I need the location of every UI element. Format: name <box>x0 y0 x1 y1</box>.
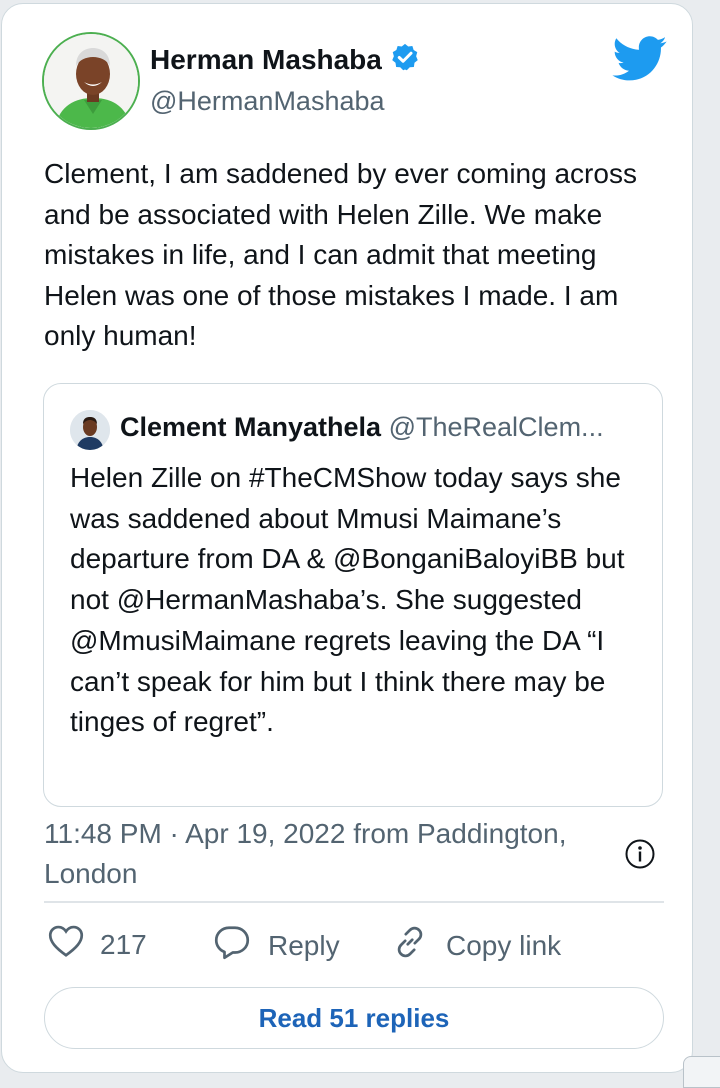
tweet-timestamp[interactable]: 11:48 PM · Apr 19, 2022 from Paddington,… <box>44 814 614 894</box>
heart-icon <box>48 924 84 965</box>
author-handle[interactable]: @HermanMashaba <box>150 86 385 117</box>
quoted-header: Clement Manyathela @TheRealClem... <box>120 412 604 443</box>
quoted-author-handle[interactable]: @TheRealClem... <box>389 412 604 442</box>
verified-badge-icon <box>390 42 420 77</box>
author-name[interactable]: Herman Mashaba <box>150 44 382 76</box>
info-icon[interactable] <box>624 838 656 870</box>
reply-label: Reply <box>268 929 340 961</box>
twitter-bird-icon[interactable] <box>612 36 668 82</box>
author-name-row: Herman Mashaba <box>150 42 420 77</box>
link-icon <box>390 924 430 967</box>
read-replies-button[interactable]: Read 51 replies <box>44 987 664 1049</box>
reply-button[interactable]: Reply <box>212 924 340 967</box>
like-button[interactable]: 217 <box>48 924 147 965</box>
quoted-tweet[interactable]: Clement Manyathela @TheRealClem... Helen… <box>43 383 663 807</box>
copy-link-button[interactable]: Copy link <box>390 924 561 967</box>
divider <box>44 901 664 903</box>
page-corner <box>683 1056 720 1088</box>
read-replies-label: Read 51 replies <box>258 1002 450 1033</box>
author-avatar[interactable] <box>42 32 140 130</box>
copy-link-label: Copy link <box>446 929 562 961</box>
tweet-card: Herman Mashaba @HermanMashaba Clement, I… <box>1 3 693 1073</box>
quoted-tweet-text: Helen Zille on #TheCMShow today says she… <box>70 462 625 738</box>
quoted-author-avatar[interactable] <box>70 410 110 450</box>
reply-icon <box>212 924 252 967</box>
like-count: 217 <box>100 928 147 960</box>
tweet-text: Clement, I am saddened by ever coming ac… <box>44 158 637 351</box>
quoted-author-name[interactable]: Clement Manyathela <box>120 412 381 442</box>
